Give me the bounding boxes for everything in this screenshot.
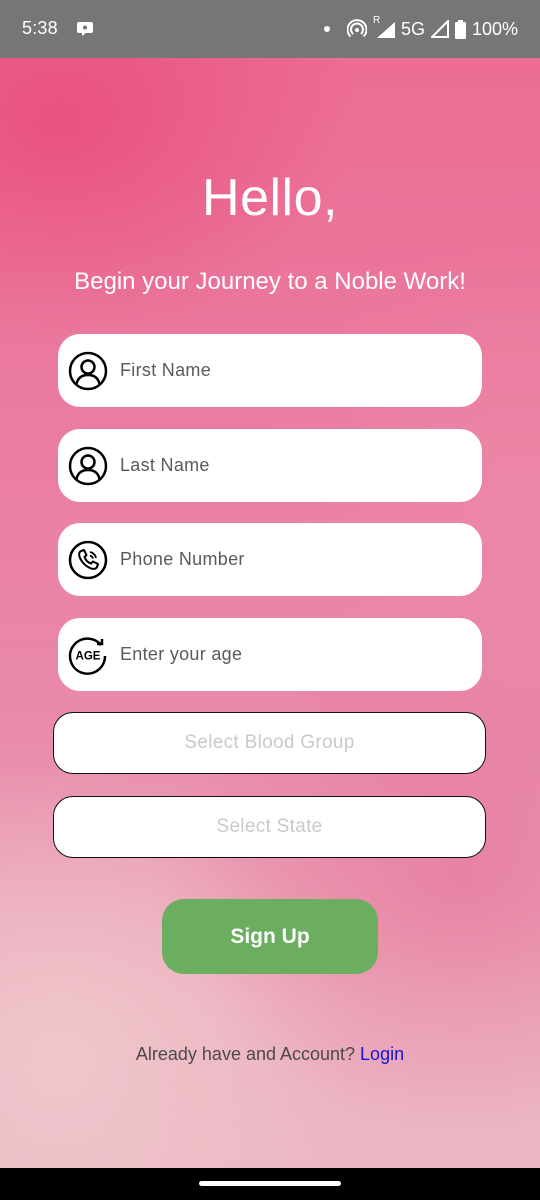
age-icon: AGE [68,637,107,675]
first-name-input[interactable] [120,334,460,407]
signup-button[interactable]: Sign Up [162,899,378,974]
status-time: 5:38 [22,18,58,38]
age-field[interactable]: AGE [58,618,482,691]
login-prompt-row: Already have and Account? Login [0,1044,540,1065]
age-icon-text: AGE [76,651,101,663]
login-prompt-text: Already have and Account? [135,1044,361,1064]
person-icon [68,446,108,486]
state-select[interactable]: Select State [53,796,486,858]
home-gesture-handle[interactable] [199,1181,341,1186]
status-right-group: R 5G 100% [323,15,518,42]
blood-group-placeholder: Select Blood Group [184,732,355,753]
signal-icon [376,22,395,38]
signal-outline-icon [430,20,449,38]
hotspot-icon [346,19,367,38]
age-input[interactable] [120,618,460,691]
battery-level: 100% [471,18,518,39]
login-link[interactable]: Login [360,1044,404,1064]
network-type: 5G [400,18,425,39]
blood-group-select[interactable]: Select Blood Group [53,712,486,774]
dot-icon [323,26,330,32]
person-icon [68,351,108,391]
chat-bubble-icon [77,22,93,36]
last-name-input[interactable] [120,429,460,502]
status-bar: 5:38 R 5G 100% [0,0,540,58]
last-name-field[interactable] [58,429,482,502]
page-subtitle: Begin your Journey to a Noble Work! [74,268,466,295]
phone-field[interactable] [58,523,482,596]
signup-screen: Hello, Begin your Journey to a Noble Wor… [0,58,540,1168]
phone-input[interactable] [120,523,460,596]
first-name-field[interactable] [58,334,482,407]
state-placeholder: Select State [216,816,323,837]
battery-icon [454,19,466,39]
navigation-bar [0,1168,540,1200]
phone-icon [68,540,108,580]
roaming-signal: R [373,15,395,39]
page-title: Hello, [202,169,338,227]
